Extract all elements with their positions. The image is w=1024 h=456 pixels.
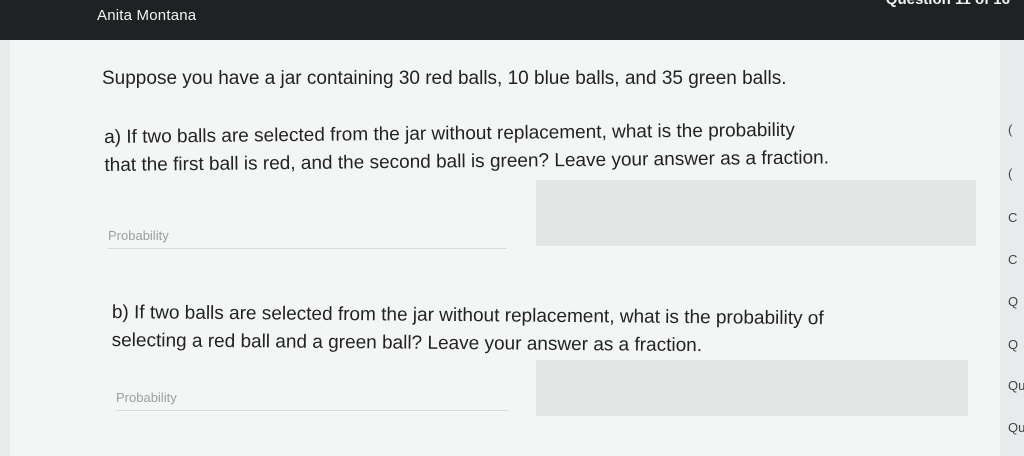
nav-item-7[interactable]: Qu: [1008, 378, 1024, 393]
question-a-text: a) If two balls are selected from the ja…: [104, 116, 829, 180]
nav-item-8[interactable]: Qu: [1008, 420, 1024, 435]
nav-item-1[interactable]: (: [1008, 122, 1012, 137]
nav-item-3[interactable]: C: [1008, 210, 1017, 225]
nav-item-6[interactable]: Q: [1008, 337, 1018, 352]
question-b-probability-input[interactable]: [116, 384, 508, 411]
question-nav: ( ( C C Q Q Qu Qu: [1000, 40, 1024, 456]
nav-item-2[interactable]: (: [1008, 166, 1012, 181]
problem-prompt: Suppose you have a jar containing 30 red…: [102, 68, 787, 89]
question-b-line-1: b) If two balls are selected from the ja…: [111, 301, 824, 330]
question-b-answer-area: [536, 360, 968, 416]
question-a-probability-input[interactable]: [108, 222, 506, 249]
top-bar: Anita Montana Question 11 of 16: [0, 0, 1024, 40]
nav-item-4[interactable]: C: [1008, 252, 1017, 267]
question-b-line-2: selecting a red ball and a green ball? L…: [111, 329, 703, 357]
nav-item-5[interactable]: Q: [1008, 294, 1018, 309]
question-counter: Question 11 of 16: [886, 0, 1010, 8]
question-a-line-2: that the first ball is red, and the seco…: [104, 147, 830, 176]
question-a-line-1: a) If two balls are selected from the ja…: [104, 119, 795, 148]
question-a-answer-area: [536, 180, 976, 246]
user-name: Anita Montana: [97, 7, 197, 24]
question-b-text: b) If two balls are selected from the ja…: [112, 299, 824, 361]
